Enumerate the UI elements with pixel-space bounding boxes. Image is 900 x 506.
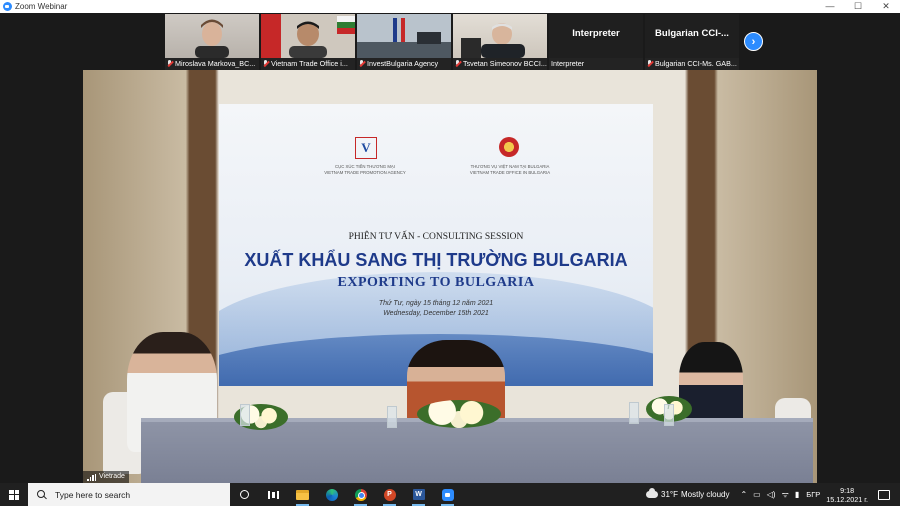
cortana-icon xyxy=(240,490,249,499)
powerpoint-button[interactable]: P xyxy=(375,483,404,506)
mic-muted-icon xyxy=(647,60,653,67)
slide-session-text: PHIÊN TƯ VẤN - CONSULTING SESSION xyxy=(348,232,524,242)
slide-title: XUẤT KHẨU SANG THỊ TRƯỜNG BULGARIA xyxy=(244,250,628,270)
windows-logo-icon xyxy=(9,489,19,500)
mic-muted-icon xyxy=(263,60,269,67)
pen-icon[interactable]: ▮ xyxy=(795,490,799,499)
window-titlebar: Zoom Webinar — ☐ ✕ xyxy=(0,0,900,13)
search-placeholder: Type here to search xyxy=(55,489,131,500)
search-icon xyxy=(37,489,47,500)
agency-right-text: THƯƠNG VỤ VIỆT NAM TẠI BULGARIA VIETNAM … xyxy=(469,164,551,175)
participant-display-name: Interpreter xyxy=(572,28,620,39)
system-tray: 31°F Mostly cloudy ⌃ ▭ ◁) ᯤ ▮ БГР 9:18 1… xyxy=(646,483,900,506)
cloud-icon xyxy=(646,488,659,498)
zoom-logo-icon xyxy=(3,2,12,11)
maximize-button[interactable]: ☐ xyxy=(844,0,872,13)
participant-name: Bulgarian CCI-Ms. GAB... xyxy=(645,58,739,70)
gallery-next-button[interactable]: › xyxy=(744,32,763,51)
file-explorer-button[interactable] xyxy=(288,483,317,506)
folder-icon xyxy=(296,489,309,500)
participant-video-image xyxy=(195,19,229,58)
water-glass xyxy=(664,404,674,426)
participant-tile[interactable]: InvestBulgaria Agency xyxy=(357,14,451,70)
mic-muted-icon xyxy=(167,60,173,67)
window-controls: — ☐ ✕ xyxy=(816,0,900,13)
vietrade-logo-icon: V xyxy=(355,137,377,159)
participant-gallery: Miroslava Markova_BC... Vietnam Trade Of… xyxy=(165,14,739,70)
participant-name: Miroslava Markova_BC... xyxy=(165,58,259,70)
chrome-icon xyxy=(354,488,367,501)
participant-tile[interactable]: Interpreter Interpreter xyxy=(549,14,643,70)
task-view-icon xyxy=(268,490,279,499)
flower-arrangement xyxy=(417,400,501,428)
wifi-icon[interactable]: ᯤ xyxy=(782,489,789,500)
edge-icon xyxy=(325,488,338,501)
chevron-up-icon[interactable]: ⌃ xyxy=(740,490,747,499)
conference-table xyxy=(141,422,813,483)
participant-display-name: Bulgarian CCI-... xyxy=(655,28,729,39)
main-speaker-video[interactable]: V CỤC XÚC TIẾN THƯƠNG MẠI VIETNAM TRADE … xyxy=(83,70,817,483)
volume-icon[interactable]: ◁) xyxy=(767,490,776,499)
word-icon: W xyxy=(412,489,425,500)
participant-tile[interactable]: Vietnam Trade Office i... xyxy=(261,14,355,70)
notification-icon[interactable] xyxy=(878,489,890,500)
participant-video-image xyxy=(461,23,525,58)
participant-video xyxy=(261,14,355,58)
weather-condition: Mostly cloudy xyxy=(681,490,730,499)
participant-name: InvestBulgaria Agency xyxy=(357,58,451,70)
zoom-meeting-area: Miroslava Markova_BC... Vietnam Trade Of… xyxy=(0,13,900,483)
task-view-button[interactable] xyxy=(259,483,288,506)
participant-name: Vietnam Trade Office i... xyxy=(261,58,355,70)
zoom-taskbar-button[interactable] xyxy=(433,483,462,506)
water-glass xyxy=(387,406,397,428)
water-glass xyxy=(240,404,250,426)
slide-subtitle: EXPORTING TO BULGARIA xyxy=(337,275,535,290)
water-glass xyxy=(629,402,639,424)
chrome-button[interactable] xyxy=(346,483,375,506)
cortana-button[interactable] xyxy=(230,483,259,506)
input-language[interactable]: БГР xyxy=(806,490,820,499)
mic-muted-icon xyxy=(455,60,461,67)
battery-icon[interactable]: ▭ xyxy=(753,490,761,499)
participant-video-image xyxy=(261,14,355,58)
clock-time: 9:18 xyxy=(840,485,855,495)
close-button[interactable]: ✕ xyxy=(872,0,900,13)
clock-date: 15.12.2021 г. xyxy=(826,494,868,504)
participant-tile[interactable]: Tsvetan Simeonov BCCI... xyxy=(453,14,547,70)
zoom-app-icon xyxy=(441,488,454,501)
participant-video xyxy=(165,14,259,58)
slide-date-vi: Thứ Tư, ngày 15 tháng 12 năm 2021 xyxy=(378,300,494,307)
windows-taskbar: Type here to search P W 31°F Mostly clou… xyxy=(0,483,900,506)
participant-name: Interpreter xyxy=(549,58,643,70)
word-button[interactable]: W xyxy=(404,483,433,506)
weather-widget[interactable]: 31°F Mostly cloudy xyxy=(646,488,730,499)
chevron-right-icon: › xyxy=(751,36,756,48)
window-title: Zoom Webinar xyxy=(15,2,68,11)
participant-tile[interactable]: Bulgarian CCI-... Bulgarian CCI-Ms. GAB.… xyxy=(645,14,739,70)
taskbar-clock[interactable]: 9:18 15.12.2021 г. xyxy=(826,486,868,504)
mic-muted-icon xyxy=(359,60,365,67)
weather-temp: 31°F xyxy=(661,490,678,499)
participant-name: Tsvetan Simeonov BCCI... xyxy=(453,58,547,70)
slide-date-en: Wednesday, December 15th 2021 xyxy=(383,310,489,317)
taskbar-search-box[interactable]: Type here to search xyxy=(28,483,230,506)
participant-video xyxy=(357,14,451,58)
participant-video-image xyxy=(357,14,451,58)
start-button[interactable] xyxy=(0,483,28,506)
edge-button[interactable] xyxy=(317,483,346,506)
participant-video xyxy=(453,14,547,58)
national-emblem-icon xyxy=(499,137,519,157)
active-speaker-label: Vietrade xyxy=(83,471,129,483)
participant-tile[interactable]: Miroslava Markova_BC... xyxy=(165,14,259,70)
signal-strength-icon xyxy=(87,473,96,481)
minimize-button[interactable]: — xyxy=(816,0,844,13)
powerpoint-icon: P xyxy=(383,488,396,501)
agency-left-text: CỤC XÚC TIẾN THƯƠNG MẠI VIETNAM TRADE PR… xyxy=(324,164,406,175)
